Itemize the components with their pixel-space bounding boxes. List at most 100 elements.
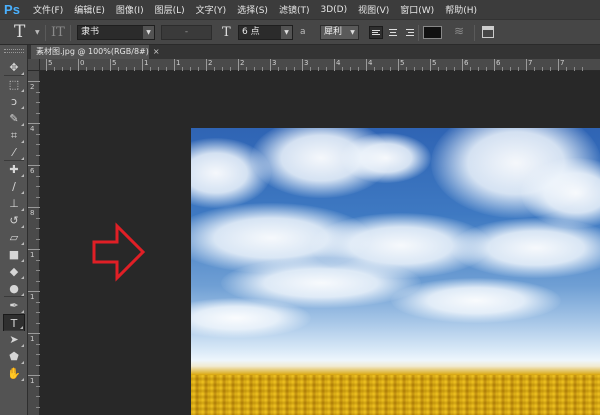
ruler-minor-tick [166, 67, 167, 71]
text-orientation-icon[interactable]: IT [51, 25, 65, 40]
menu-edit[interactable]: 编辑(E) [74, 3, 105, 16]
marquee-tool-icon[interactable]: ⬚ [3, 76, 25, 93]
flyout-indicator [21, 378, 24, 381]
blur-tool-icon[interactable]: ◆ [3, 263, 25, 280]
divider [418, 25, 419, 41]
flyout-indicator [21, 276, 24, 279]
brush-tool-icon[interactable]: ∕ [3, 178, 25, 195]
menu-3d[interactable]: 3D(D) [320, 5, 347, 15]
chevron-down-icon: ▼ [143, 26, 154, 39]
panel-grip[interactable] [4, 49, 24, 53]
quick-select-tool-icon[interactable]: ✎ [3, 110, 25, 127]
font-style-select[interactable]: - [161, 25, 212, 40]
flyout-indicator [21, 344, 24, 347]
document-tab[interactable]: 素材图.jpg @ 100%(RGB/8#) × [31, 45, 160, 59]
flyout-indicator [21, 208, 24, 211]
ruler-major-tick [28, 81, 40, 82]
warp-text-icon[interactable]: ≋ [454, 24, 464, 38]
menu-help[interactable]: 帮助(H) [445, 3, 477, 16]
ruler-minor-tick [470, 67, 471, 71]
align-center-button[interactable] [386, 26, 400, 39]
ruler-minor-tick [222, 67, 223, 71]
ruler-horizontal[interactable]: 5 0 5 1 1 2 2 3 3 4 4 5 5 6 6 7 7 [40, 59, 600, 71]
align-left-button[interactable] [369, 26, 383, 39]
ruler-tick-label: 4 [336, 59, 341, 67]
ruler-major-tick [174, 59, 175, 71]
antialias-select[interactable]: 犀利 ▼ [320, 25, 359, 40]
ruler-tick-label: 6 [496, 59, 501, 67]
ruler-tick-label: 4 [30, 125, 35, 133]
ruler-minor-tick [486, 67, 487, 71]
ruler-vertical[interactable]: 2 4 6 8 1 1 1 1 [28, 71, 40, 415]
pen-tool-icon[interactable]: ✒ [3, 297, 25, 314]
eyedropper-tool-icon[interactable]: ⁄ [3, 144, 25, 161]
menu-select[interactable]: 选择(S) [237, 3, 268, 16]
ruler-minor-tick [566, 67, 567, 71]
ruler-tick-label: 3 [272, 59, 277, 67]
ruler-major-tick [494, 59, 495, 71]
ruler-minor-tick [126, 67, 127, 71]
ruler-major-tick [238, 59, 239, 71]
path-select-tool-icon[interactable]: ➤ [3, 331, 25, 348]
menu-window[interactable]: 窗口(W) [400, 3, 434, 16]
flyout-indicator [21, 106, 24, 109]
eraser-tool-icon[interactable]: ▱ [3, 229, 25, 246]
ruler-major-tick [430, 59, 431, 71]
type-tool-icon[interactable]: T [3, 314, 25, 331]
history-brush-tool-icon[interactable]: ↺ [3, 212, 25, 229]
font-family-select[interactable]: 隶书 ▼ [77, 25, 155, 40]
flyout-indicator [21, 123, 24, 126]
text-color-swatch[interactable] [423, 26, 442, 39]
move-tool-icon[interactable]: ✥ [3, 59, 25, 76]
menu-image[interactable]: 图像(I) [116, 3, 144, 16]
character-panel-icon[interactable] [482, 26, 494, 38]
document-image[interactable] [191, 128, 600, 415]
menu-layer[interactable]: 图层(L) [155, 3, 185, 16]
ruler-corner[interactable] [28, 59, 40, 71]
ruler-minor-tick [574, 67, 575, 71]
menu-file[interactable]: 文件(F) [33, 3, 63, 16]
flyout-indicator [21, 310, 24, 313]
ruler-minor-tick [158, 67, 159, 71]
menu-type[interactable]: 文字(Y) [196, 3, 227, 16]
lasso-tool-icon[interactable]: ↄ [3, 93, 25, 110]
flyout-indicator [20, 326, 23, 329]
ruler-minor-tick [454, 67, 455, 71]
type-tool-preset-icon[interactable]: T [14, 22, 25, 42]
crop-tool-icon[interactable]: ⌗ [3, 127, 25, 144]
red-arrow-annotation [92, 222, 146, 282]
ruler-minor-tick [150, 67, 151, 71]
ruler-major-tick [46, 59, 47, 71]
shape-tool-icon[interactable]: ⬟ [3, 348, 25, 365]
close-icon[interactable]: × [153, 47, 160, 56]
document-tab-title: 素材图.jpg @ 100%(RGB/8#) [36, 47, 149, 56]
ruler-tick-label: 7 [560, 59, 565, 67]
options-bar: T ▼ IT 隶书 ▼ - T 6 点 ▼ a 犀利 ▼ ≋ [0, 19, 600, 45]
ruler-minor-tick [310, 67, 311, 71]
flyout-indicator [21, 174, 24, 177]
chevron-down-icon: ▼ [281, 26, 292, 39]
ruler-major-tick [28, 165, 40, 166]
menu-view[interactable]: 视图(V) [358, 3, 389, 16]
ruler-tick-label: 5 [432, 59, 437, 67]
ruler-minor-tick [94, 67, 95, 71]
healing-tool-icon[interactable]: ✚ [3, 161, 25, 178]
menu-filter[interactable]: 滤镜(T) [279, 3, 310, 16]
photoshop-window: Ps 文件(F) 编辑(E) 图像(I) 图层(L) 文字(Y) 选择(S) 滤… [0, 0, 600, 415]
divider [70, 25, 71, 41]
ruler-minor-tick [36, 102, 40, 103]
align-right-button[interactable] [402, 26, 416, 39]
gradient-tool-icon[interactable]: ■ [3, 246, 25, 263]
ruler-major-tick [28, 333, 40, 334]
canvas-area[interactable] [41, 72, 600, 415]
chevron-down-icon[interactable]: ▼ [35, 29, 40, 36]
hand-tool-icon[interactable]: ✋ [3, 365, 25, 382]
stamp-tool-icon[interactable]: ⊥ [3, 195, 25, 212]
ruler-major-tick [398, 59, 399, 71]
dodge-tool-icon[interactable]: ● [3, 280, 25, 297]
ruler-minor-tick [36, 186, 40, 187]
ruler-minor-tick [36, 259, 40, 261]
ruler-minor-tick [286, 67, 287, 71]
font-size-select[interactable]: 6 点 ▼ [238, 25, 293, 40]
ruler-minor-tick [36, 154, 40, 156]
